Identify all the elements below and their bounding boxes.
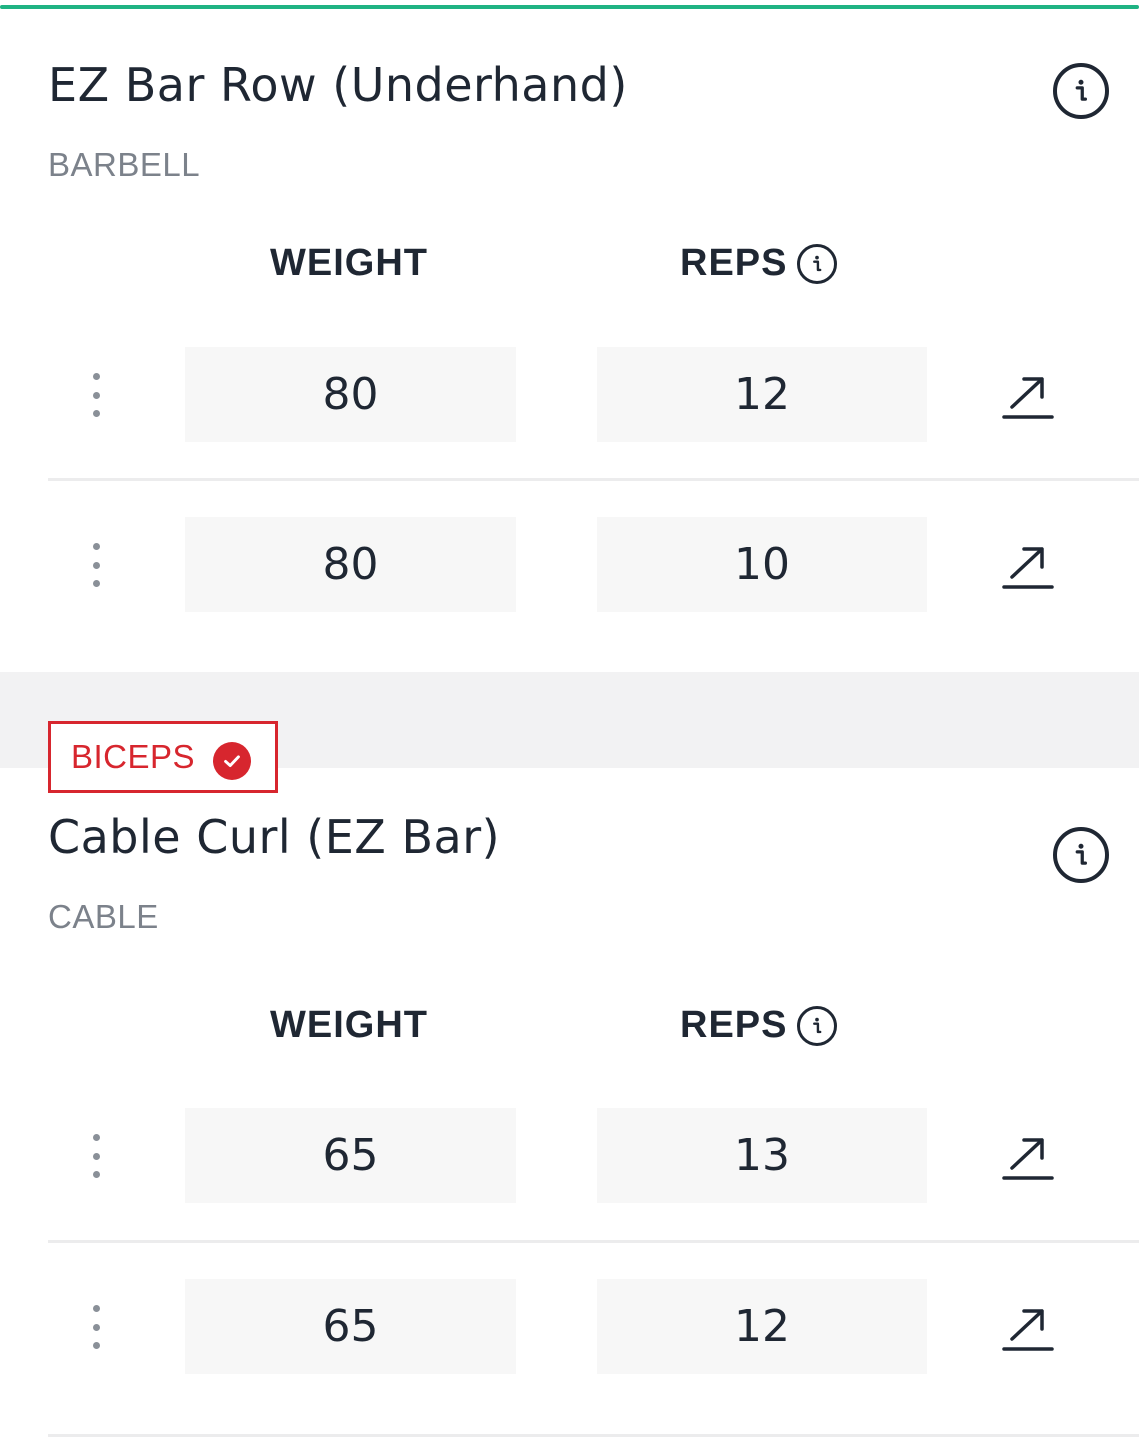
exercise-title[interactable]: Cable Curl (EZ Bar) <box>48 810 500 864</box>
drag-handle-icon[interactable] <box>88 1305 104 1349</box>
info-icon <box>1075 79 1087 101</box>
arrow-up-right-icon[interactable] <box>998 1303 1058 1353</box>
weight-input[interactable]: 80 <box>185 517 516 612</box>
info-icon <box>813 1017 822 1034</box>
reps-input[interactable]: 12 <box>597 1279 927 1374</box>
row-divider <box>48 1434 1139 1437</box>
exercise-info-button[interactable] <box>1053 827 1109 883</box>
reps-info-button[interactable] <box>797 244 837 284</box>
arrow-up-right-icon[interactable] <box>998 1132 1058 1182</box>
exercise-equipment: BARBELL <box>48 146 201 183</box>
weight-input[interactable]: 65 <box>185 1108 516 1203</box>
exercise-info-button[interactable] <box>1053 63 1109 119</box>
info-icon <box>1075 843 1087 865</box>
reps-input[interactable]: 13 <box>597 1108 927 1203</box>
exercise-equipment: CABLE <box>48 898 159 935</box>
drag-handle-icon[interactable] <box>88 1134 104 1178</box>
set-row: 80 12 <box>48 347 1139 443</box>
drag-handle-icon[interactable] <box>88 543 104 587</box>
reps-column-header: REPS <box>680 242 788 284</box>
workout-page: EZ Bar Row (Underhand) BARBELL WEIGHT RE… <box>0 0 1139 1438</box>
set-row: 65 12 <box>48 1279 1139 1375</box>
row-divider <box>48 1240 1139 1243</box>
exercise-card-2: Cable Curl (EZ Bar) CABLE WEIGHT REPS 65… <box>0 768 1139 1438</box>
muscle-group-label: BICEPS <box>71 738 196 775</box>
set-row: 65 13 <box>48 1108 1139 1204</box>
info-icon <box>813 255 822 272</box>
reps-input[interactable]: 10 <box>597 517 927 612</box>
drag-handle-icon[interactable] <box>88 373 104 417</box>
exercise-card-1: EZ Bar Row (Underhand) BARBELL WEIGHT RE… <box>0 10 1139 672</box>
exercise-title[interactable]: EZ Bar Row (Underhand) <box>48 58 628 112</box>
row-divider <box>48 478 1139 481</box>
reps-input[interactable]: 12 <box>597 347 927 442</box>
reps-info-button[interactable] <box>797 1006 837 1046</box>
arrow-up-right-icon[interactable] <box>998 371 1058 421</box>
weight-input[interactable]: 65 <box>185 1279 516 1374</box>
weight-input[interactable]: 80 <box>185 347 516 442</box>
reps-column-header: REPS <box>680 1004 788 1046</box>
weight-column-header: WEIGHT <box>270 242 428 284</box>
set-row: 80 10 <box>48 517 1139 613</box>
muscle-group-tag[interactable]: BICEPS <box>48 721 278 793</box>
progress-accent-bar <box>0 0 1139 10</box>
check-icon <box>213 742 251 780</box>
arrow-up-right-icon[interactable] <box>998 541 1058 591</box>
weight-column-header: WEIGHT <box>270 1004 428 1046</box>
